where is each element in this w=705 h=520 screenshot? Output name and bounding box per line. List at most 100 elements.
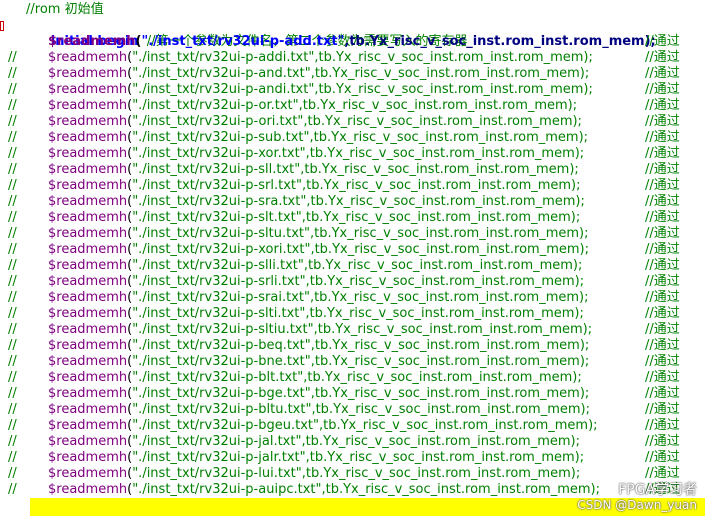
code-line[interactable]: // $readmemh("./inst_txt/rv32ui-p-ori.txt… — [0, 114, 705, 130]
code-line[interactable]: // $readmemh("./inst_txt/rv32ui-p-slli.tx… — [0, 258, 705, 274]
code-line[interactable]: // $readmemh("./inst_txt/rv32ui-p-jal.txt… — [0, 434, 705, 450]
target-memory-arg: ,tb.Yx_risc_v_soc_inst.rom_inst.rom_mem)… — [319, 418, 598, 433]
readmemh-statement: $readmemh("./inst_txt/rv32ui-p-bgeu.txt"… — [48, 418, 598, 434]
pass-comment: //通过 — [645, 258, 680, 273]
code-line[interactable]: // $readmemh("./inst_txt/rv32ui-p-blt.txt… — [0, 370, 705, 386]
code-line[interactable]: // $readmemh("./inst_txt/rv32ui-p-xor.txt… — [0, 146, 705, 162]
pass-comment: //通过 — [645, 242, 680, 257]
code-line[interactable]: // $readmemh("./inst_txt/rv32ui-p-sll.txt… — [0, 162, 705, 178]
target-memory-arg: ,tb.Yx_risc_v_soc_inst.rom_inst.rom_mem)… — [313, 322, 593, 337]
comment-prefix: // — [8, 434, 17, 449]
code-line[interactable]: // $readmemh("./inst_txt/rv32ui-p-srli.tx… — [0, 274, 705, 290]
pass-comment: //通过 — [645, 162, 680, 177]
readmemh-statement: $readmemh("./inst_txt/rv32ui-p-srl.txt",… — [48, 178, 581, 194]
comment-prefix: // — [8, 66, 17, 81]
code-line[interactable]: // $readmemh("./inst_txt/rv32ui-p-slt.txt… — [0, 210, 705, 226]
readmemh-statement: $readmemh("./inst_txt/rv32ui-p-add.txt",… — [48, 34, 656, 50]
code-line[interactable]: // $readmemh("./inst_txt/rv32ui-p-jalr.tx… — [0, 450, 705, 466]
readmemh-function: $readmemh — [48, 178, 128, 193]
pass-comment: //通过 — [645, 450, 680, 465]
code-line-initial[interactable]: initial begin //第一个参数为文件名，第二个参数为需要写入的寄存器 — [0, 18, 705, 49]
code-editor[interactable]: //rom 初始值 initial begin //第一个参数为文件名，第二个参… — [0, 0, 705, 520]
readmemh-function: $readmemh — [48, 258, 128, 273]
pass-comment: //通过 — [645, 82, 680, 97]
readmemh-function: $readmemh — [48, 450, 128, 465]
comment-prefix: // — [8, 82, 17, 97]
readmemh-function: $readmemh — [48, 482, 128, 497]
comment-prefix: // — [8, 450, 17, 465]
file-path-string: "./inst_txt/rv32ui-p-slli.txt" — [132, 258, 304, 273]
readmemh-function: $readmemh — [48, 210, 128, 225]
code-line[interactable]: // $readmemh("./inst_txt/rv32ui-p-srai.tx… — [0, 290, 705, 306]
code-line[interactable]: // $readmemh("./inst_txt/rv32ui-p-andi.tx… — [0, 82, 705, 98]
readmemh-function: $readmemh — [48, 114, 128, 129]
comment-prefix: // — [8, 130, 17, 145]
target-memory-arg: ,tb.Yx_risc_v_soc_inst.rom_inst.rom_mem)… — [310, 386, 590, 401]
pass-comment: //通过 — [645, 306, 680, 321]
comment-prefix: // — [8, 482, 17, 497]
comment-prefix: // — [8, 50, 17, 65]
comment-prefix: // — [8, 466, 17, 481]
file-path-string: "./inst_txt/rv32ui-p-srl.txt" — [132, 178, 302, 193]
pass-comment: //通过 — [645, 338, 680, 353]
comment-prefix: // — [8, 338, 17, 353]
code-line[interactable]: // $readmemh("./inst_txt/rv32ui-p-beq.txt… — [0, 338, 705, 354]
pass-comment: //通过 — [645, 98, 680, 113]
watermark: FPGA学习者 CSDN @Dawn_yuan — [577, 482, 697, 512]
readmemh-function: $readmemh — [48, 162, 128, 177]
pass-comment: //通过 — [645, 178, 680, 193]
code-line[interactable]: $readmemh("./inst_txt/rv32ui-p-add.txt",… — [0, 34, 705, 50]
file-path-string: "./inst_txt/rv32ui-p-bgeu.txt" — [132, 418, 319, 433]
code-line[interactable]: // $readmemh("./inst_txt/rv32ui-p-addi.tx… — [0, 50, 705, 66]
code-line-comment[interactable]: //rom 初始值 — [0, 2, 705, 18]
pass-comment: //通过 — [645, 226, 680, 241]
file-path-string: "./inst_txt/rv32ui-p-sltu.txt" — [132, 226, 310, 241]
readmemh-function: $readmemh — [48, 354, 128, 369]
comment-prefix: // — [8, 98, 17, 113]
code-line[interactable]: // $readmemh("./inst_txt/rv32ui-p-sltiu.t… — [0, 322, 705, 338]
readmemh-statement: $readmemh("./inst_txt/rv32ui-p-sub.txt",… — [48, 130, 588, 146]
comment-prefix: // — [8, 162, 17, 177]
file-path-string: "./inst_txt/rv32ui-p-jalr.txt" — [132, 450, 306, 465]
file-path-string: "./inst_txt/rv32ui-p-ori.txt" — [132, 114, 304, 129]
readmemh-function: $readmemh — [48, 370, 128, 385]
code-line[interactable]: // $readmemh("./inst_txt/rv32ui-p-srl.txt… — [0, 178, 705, 194]
file-path-string: "./inst_txt/rv32ui-p-add.txt" — [141, 34, 345, 49]
pass-comment: //通过 — [645, 210, 680, 225]
readmemh-statement: $readmemh("./inst_txt/rv32ui-p-slt.txt",… — [48, 210, 580, 226]
code-line[interactable]: // $readmemh("./inst_txt/rv32ui-p-sltu.tx… — [0, 226, 705, 242]
pass-comment: //通过 — [645, 386, 680, 401]
comment-prefix: // — [8, 178, 17, 193]
target-memory-arg: ,tb.Yx_risc_v_soc_inst.rom_inst.rom_mem)… — [310, 354, 590, 369]
code-line[interactable]: // $readmemh("./inst_txt/rv32ui-p-sra.txt… — [0, 194, 705, 210]
pass-comment: //通过 — [645, 354, 680, 369]
target-memory-arg: ,tb.Yx_risc_v_soc_inst.rom_inst.rom_mem)… — [301, 210, 581, 225]
readmemh-statement: $readmemh("./inst_txt/rv32ui-p-slli.txt"… — [48, 258, 582, 274]
code-line[interactable]: // $readmemh("./inst_txt/rv32ui-p-or.txt"… — [0, 98, 705, 114]
target-memory-arg: ,tb.Yx_risc_v_soc_inst.rom_inst.rom_mem)… — [305, 306, 584, 321]
code-line[interactable]: // $readmemh("./inst_txt/rv32ui-p-bltu.tx… — [0, 402, 705, 418]
readmemh-function: $readmemh — [48, 466, 128, 481]
code-line[interactable]: // $readmemh("./inst_txt/rv32ui-p-bne.txt… — [0, 354, 705, 370]
code-line[interactable]: // $readmemh("./inst_txt/rv32ui-p-sub.txt… — [0, 130, 705, 146]
comment-prefix: // — [8, 290, 17, 305]
code-line[interactable]: // $readmemh("./inst_txt/rv32ui-p-and.txt… — [0, 66, 705, 82]
code-line[interactable]: // $readmemh("./inst_txt/rv32ui-p-lui.txt… — [0, 466, 705, 482]
target-memory-arg: ,tb.Yx_risc_v_soc_inst.rom_inst.rom_mem)… — [305, 274, 585, 289]
target-memory-arg: ,tb.Yx_risc_v_soc_inst.rom_inst.rom_mem)… — [310, 66, 590, 81]
readmemh-function: $readmemh — [48, 66, 128, 81]
readmemh-function: $readmemh — [48, 402, 128, 417]
pass-comment: //通过 — [645, 418, 680, 433]
readmemh-statement: $readmemh("./inst_txt/rv32ui-p-sltu.txt"… — [48, 226, 589, 242]
readmemh-statement: $readmemh("./inst_txt/rv32ui-p-and.txt",… — [48, 66, 589, 82]
code-line[interactable]: // $readmemh("./inst_txt/rv32ui-p-bgeu.tx… — [0, 418, 705, 434]
file-path-string: "./inst_txt/rv32ui-p-xor.txt" — [132, 146, 306, 161]
target-memory-arg: ,tb.Yx_risc_v_soc_inst.rom_inst.rom_mem)… — [309, 226, 589, 241]
readmemh-statement: $readmemh("./inst_txt/rv32ui-p-slti.txt"… — [48, 306, 584, 322]
readmemh-function: $readmemh — [48, 274, 128, 289]
readmemh-statement: $readmemh("./inst_txt/rv32ui-p-sra.txt",… — [48, 194, 585, 210]
code-line[interactable]: // $readmemh("./inst_txt/rv32ui-p-xori.tx… — [0, 242, 705, 258]
code-line[interactable]: // $readmemh("./inst_txt/rv32ui-p-bge.txt… — [0, 386, 705, 402]
code-line[interactable]: // $readmemh("./inst_txt/rv32ui-p-slti.tx… — [0, 306, 705, 322]
target-memory-arg: ,tb.Yx_risc_v_soc_inst.rom_inst.rom_mem)… — [305, 146, 585, 161]
